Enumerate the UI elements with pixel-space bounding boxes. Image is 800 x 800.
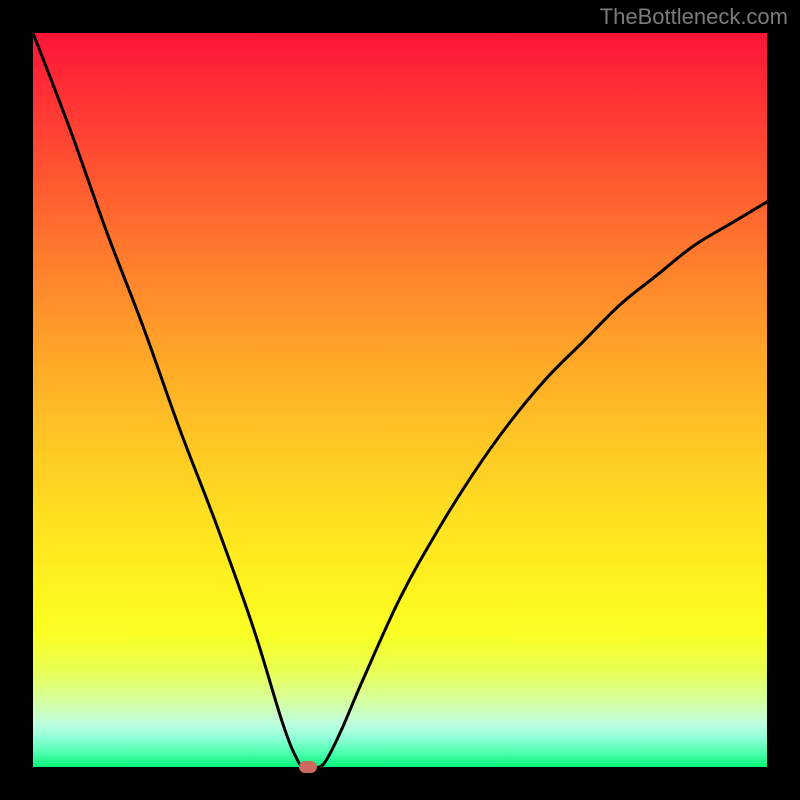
chart-plot-area	[33, 33, 767, 767]
watermark-text: TheBottleneck.com	[600, 4, 788, 30]
optimal-point-marker	[299, 761, 317, 773]
bottleneck-curve	[33, 33, 767, 767]
